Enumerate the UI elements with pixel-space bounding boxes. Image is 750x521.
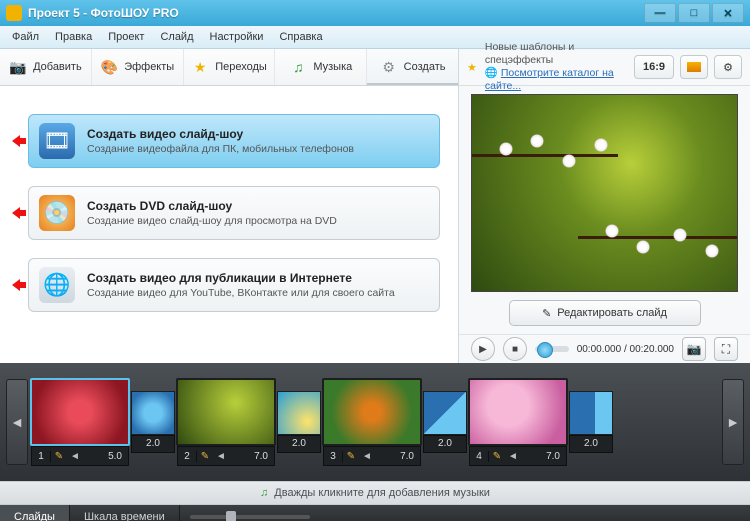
transition-item[interactable]: 2.0 [278, 391, 320, 453]
right-pane: ★ Новые шаблоны и спецэффекты 🌐 Посмотри… [459, 49, 750, 363]
stop-button[interactable]: ■ [503, 337, 527, 361]
gear-icon: ⚙ [723, 61, 733, 74]
music-hint-label: Дважды кликните для добавления музыки [274, 487, 490, 499]
pointer-arrow-icon [10, 135, 28, 147]
star-icon: ★ [467, 61, 477, 74]
bottom-bar: Слайды Шкала времени [0, 505, 750, 521]
pencil-icon[interactable]: ✎ [489, 451, 505, 462]
slide-item[interactable]: 2✎◄7.0 [178, 378, 274, 466]
music-icon: ♫ [260, 487, 268, 499]
fullscreen-button[interactable]: ⛶ [714, 337, 738, 361]
video-slideshow-icon: 🎞 [39, 123, 75, 159]
bottom-tab-slides[interactable]: Слайды [0, 505, 70, 521]
chevron-left-icon[interactable]: ◄ [67, 451, 83, 462]
chevron-left-icon[interactable]: ◄ [213, 451, 229, 462]
chevron-left-icon[interactable]: ◄ [359, 451, 375, 462]
zoom-slider[interactable] [190, 515, 310, 519]
tab-add[interactable]: 📷Добавить [0, 49, 92, 85]
menu-slide[interactable]: Слайд [152, 31, 201, 43]
screen-icon [687, 62, 701, 72]
display-mode-button[interactable] [680, 55, 708, 79]
create-web-video-card[interactable]: 🌐 Создать видео для публикации в Интерне… [28, 258, 440, 312]
music-track-row[interactable]: ♫ Дважды кликните для добавления музыки [0, 481, 750, 505]
transition-item[interactable]: 2.0 [570, 391, 612, 453]
tab-music[interactable]: ♫Музыка [275, 49, 367, 85]
transition-item[interactable]: 2.0 [132, 391, 174, 453]
minimize-button[interactable]: — [644, 3, 676, 23]
camera-icon: 📷 [687, 342, 702, 356]
slide-item[interactable]: 4✎◄7.0 [470, 378, 566, 466]
time-display: 00:00.000 / 00:20.000 [577, 344, 674, 355]
pointer-arrow-icon [10, 279, 28, 291]
slide-item[interactable]: 1✎◄5.0 [32, 378, 128, 466]
pencil-icon: ✎ [542, 307, 551, 320]
preview-viewport[interactable] [471, 94, 738, 292]
chevron-left-icon[interactable]: ◄ [505, 451, 521, 462]
create-dvd-slideshow-card[interactable]: 💿 Создать DVD слайд-шоуСоздание видео сл… [28, 186, 440, 240]
dvd-icon: 💿 [39, 195, 75, 231]
window-title: Проект 5 - ФотоШОУ PRO [28, 6, 179, 20]
star-icon: ★ [191, 58, 209, 76]
export-icon: ⚙ [380, 58, 398, 76]
timeline: ◄ 1✎◄5.0 2.0 2✎◄7.0 2.0 3✎◄7.0 2.0 4✎◄7.… [0, 363, 750, 481]
snapshot-button[interactable]: 📷 [682, 337, 706, 361]
menubar: Файл Правка Проект Слайд Настройки Справ… [0, 26, 750, 49]
menu-edit[interactable]: Правка [47, 31, 100, 43]
left-pane: 📷Добавить 🎨Эффекты ★Переходы ♫Музыка ⚙Со… [0, 49, 459, 363]
tab-create[interactable]: ⚙Создать [367, 49, 458, 85]
pencil-icon[interactable]: ✎ [197, 451, 213, 462]
menu-project[interactable]: Проект [100, 31, 152, 43]
globe-icon: 🌐 [485, 67, 498, 79]
create-video-slideshow-card[interactable]: 🎞 Создать видео слайд-шоуСоздание видеоф… [28, 114, 440, 168]
slide-item[interactable]: 3✎◄7.0 [324, 378, 420, 466]
timeline-prev-button[interactable]: ◄ [6, 379, 28, 465]
timeline-next-button[interactable]: ► [722, 379, 744, 465]
close-button[interactable]: ✕ [712, 3, 744, 23]
globe-icon: 🌐 [39, 267, 75, 303]
music-icon: ♫ [289, 58, 307, 76]
app-icon [6, 5, 22, 21]
menu-file[interactable]: Файл [4, 31, 47, 43]
edit-slide-button[interactable]: ✎Редактировать слайд [509, 300, 701, 326]
menu-help[interactable]: Справка [271, 31, 330, 43]
menu-settings[interactable]: Настройки [202, 31, 272, 43]
maximize-button[interactable]: □ [678, 3, 710, 23]
transition-item[interactable]: 2.0 [424, 391, 466, 453]
camera-icon: 📷 [9, 58, 27, 76]
titlebar: Проект 5 - ФотоШОУ PRO — □ ✕ [0, 0, 750, 26]
play-button[interactable]: ▶ [471, 337, 495, 361]
seek-slider[interactable] [535, 346, 569, 352]
tab-transitions[interactable]: ★Переходы [184, 49, 276, 85]
aspect-ratio-button[interactable]: 16:9 [634, 55, 674, 79]
pencil-icon[interactable]: ✎ [51, 451, 67, 462]
fullscreen-icon: ⛶ [722, 342, 730, 357]
pencil-icon[interactable]: ✎ [343, 451, 359, 462]
settings-button[interactable]: ⚙ [714, 55, 742, 79]
palette-icon: 🎨 [100, 58, 118, 76]
pointer-arrow-icon [10, 207, 28, 219]
bottom-tab-timeline[interactable]: Шкала времени [70, 505, 180, 521]
tab-effects[interactable]: 🎨Эффекты [92, 49, 184, 85]
